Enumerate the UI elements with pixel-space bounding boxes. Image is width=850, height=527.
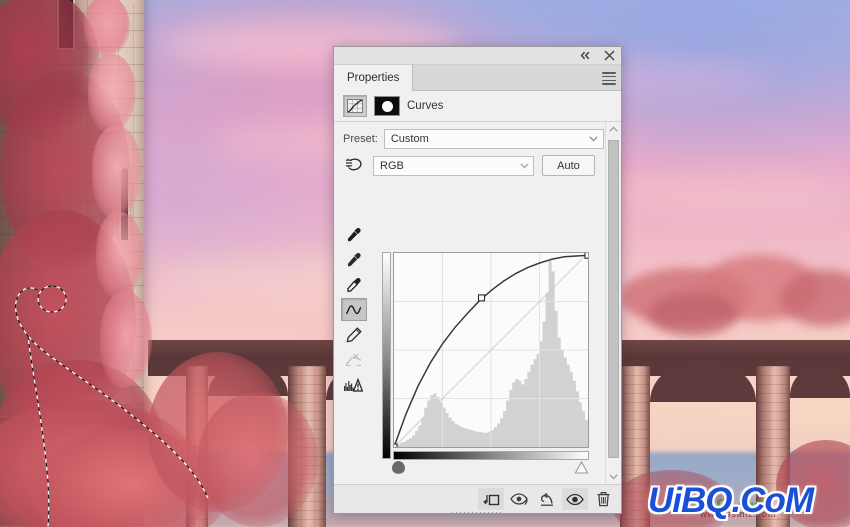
curves-graph[interactable]	[382, 252, 591, 474]
channel-row: RGB Auto	[334, 149, 605, 176]
curves-controls: Preset: Custom RGB Auto	[334, 122, 605, 484]
distant-treeline	[648, 292, 738, 336]
output-gradient-bar	[382, 252, 391, 459]
smooth-curve-values[interactable]	[341, 348, 367, 371]
scroll-down-button[interactable]	[609, 470, 618, 484]
curve-plot-area[interactable]	[393, 252, 589, 448]
draw-curve-pencil-tool[interactable]	[341, 323, 367, 346]
curve-control-point[interactable]	[394, 443, 398, 447]
black-point-slider[interactable]	[391, 461, 406, 474]
adjustment-header: Curves	[334, 91, 621, 122]
edit-points-curve-tool[interactable]	[340, 298, 367, 321]
targeted-adjustment-tool-icon[interactable]	[343, 157, 365, 174]
chevron-down-icon	[515, 162, 533, 169]
scrollbar-track[interactable]	[608, 136, 619, 470]
adjustment-title: Curves	[407, 100, 444, 112]
cloud-band	[600, 175, 850, 213]
reset-adjustment-button[interactable]	[534, 488, 560, 510]
auto-button-label: Auto	[557, 159, 580, 172]
channel-dropdown[interactable]: RGB	[373, 155, 534, 176]
set-black-point-eyedropper[interactable]	[341, 223, 367, 246]
set-gray-point-eyedropper[interactable]	[341, 248, 367, 271]
channel-value: RGB	[380, 159, 404, 172]
viaduct-arch-opening	[650, 366, 756, 402]
panel-body: Preset: Custom RGB Auto	[334, 122, 621, 484]
preset-row: Preset: Custom	[334, 122, 605, 149]
chevron-down-icon	[585, 136, 603, 142]
panel-menu-icon[interactable]	[602, 71, 616, 86]
panel-scrollbar[interactable]	[605, 122, 621, 484]
curve-control-point[interactable]	[477, 294, 486, 302]
tab-properties-label: Properties	[347, 72, 400, 84]
preset-value: Custom	[390, 133, 429, 145]
white-point-slider[interactable]	[574, 460, 589, 474]
set-white-point-eyedropper[interactable]	[341, 273, 367, 296]
toggle-layer-visibility-button[interactable]	[562, 488, 588, 510]
properties-panel[interactable]: Properties Curves Preset: Custom RGB Aut…	[333, 46, 622, 518]
panel-footer[interactable]	[334, 484, 621, 518]
preset-label: Preset:	[343, 133, 378, 145]
panel-resize-grip[interactable]	[451, 512, 504, 518]
collapse-to-icons-button[interactable]	[579, 49, 592, 62]
scrollbar-thumb[interactable]	[608, 140, 619, 458]
curves-adjustment-icon[interactable]	[343, 95, 367, 117]
scroll-up-button[interactable]	[609, 122, 618, 136]
delete-adjustment-layer-button[interactable]	[590, 488, 616, 510]
input-gradient-bar	[393, 451, 589, 460]
panel-title-bar	[334, 47, 621, 65]
show-clipping-warning[interactable]	[341, 373, 367, 396]
curve-plot-svg	[394, 253, 588, 447]
curves-tool-column[interactable]	[340, 223, 367, 396]
clip-to-layer-button[interactable]	[478, 488, 504, 510]
curve-control-point[interactable]	[584, 253, 588, 259]
auto-button[interactable]: Auto	[542, 155, 595, 176]
panel-tab-bar[interactable]: Properties	[334, 65, 621, 91]
view-previous-state-button[interactable]	[506, 488, 532, 510]
close-panel-button[interactable]	[603, 49, 616, 62]
layer-mask-thumbnail[interactable]	[374, 96, 400, 116]
marching-ants-selection	[15, 285, 209, 527]
watermark-primary: UiBQ.CoM	[648, 481, 814, 520]
tab-properties[interactable]: Properties	[334, 65, 414, 91]
preset-dropdown[interactable]: Custom	[383, 129, 604, 149]
